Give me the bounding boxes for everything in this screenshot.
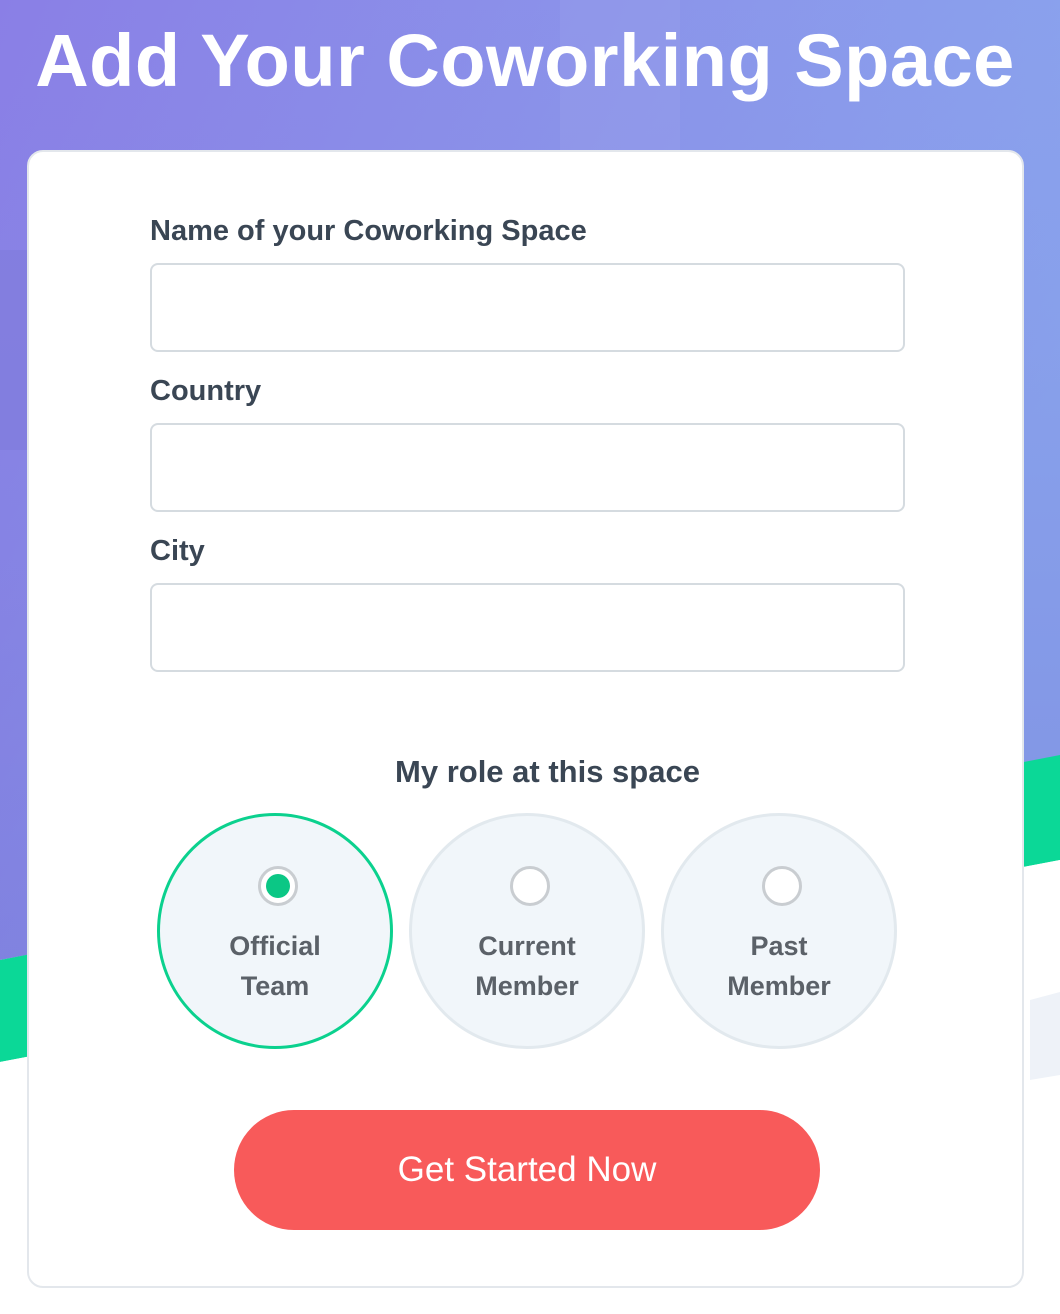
role-option-past-member[interactable]: Past Member: [661, 813, 897, 1049]
role-option-current-member[interactable]: Current Member: [409, 813, 645, 1049]
role-heading: My role at this space: [395, 754, 700, 789]
radio-button-current-member[interactable]: [510, 866, 550, 906]
role-label-past-member: Past Member: [664, 926, 894, 1006]
page-title: Add Your Coworking Space: [35, 19, 1015, 102]
space-name-input[interactable]: [150, 263, 905, 352]
role-label-line2: Team: [240, 971, 310, 1001]
role-option-official-team[interactable]: Official Team: [157, 813, 393, 1049]
role-label-official-team: Official Team: [160, 926, 390, 1006]
radio-button-past-member[interactable]: [762, 866, 802, 906]
city-label: City: [150, 535, 205, 567]
add-space-form-card: Name of your Coworking Space Country Cit…: [27, 150, 1024, 1288]
role-label-line1: Official: [229, 931, 321, 961]
radio-button-official-team[interactable]: [258, 866, 298, 906]
role-label-line1: Past: [750, 931, 808, 961]
role-label-line2: Member: [727, 971, 831, 1001]
get-started-button[interactable]: Get Started Now: [234, 1110, 820, 1230]
role-label-current-member: Current Member: [412, 926, 642, 1006]
country-label: Country: [150, 375, 262, 407]
role-label-line2: Member: [475, 971, 579, 1001]
role-label-line1: Current: [478, 931, 576, 961]
country-input[interactable]: [150, 423, 905, 512]
radio-selected-dot: [266, 874, 290, 898]
city-input[interactable]: [150, 583, 905, 672]
space-name-label: Name of your Coworking Space: [150, 215, 587, 247]
